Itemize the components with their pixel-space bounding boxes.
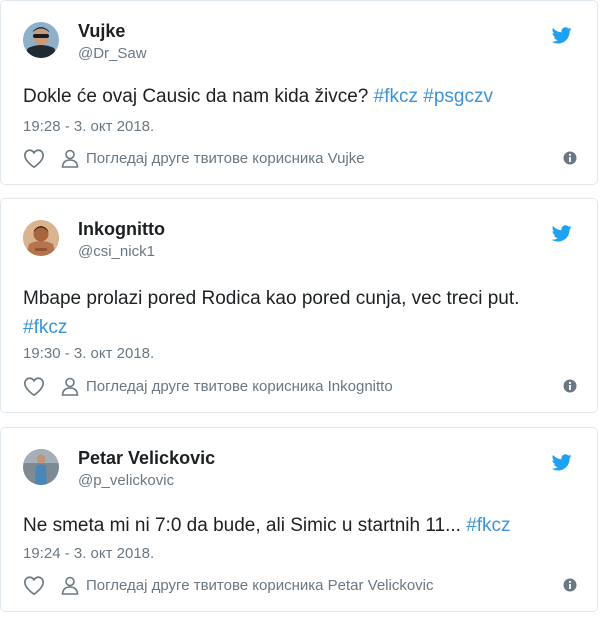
info-icon[interactable] xyxy=(563,578,577,592)
tweet-text: Dokle će ovaj Causic da nam kida živce? … xyxy=(23,82,575,111)
hashtag-link[interactable]: #fkcz xyxy=(23,317,67,338)
hashtag-link[interactable]: #fkcz xyxy=(374,86,418,107)
heart-icon[interactable] xyxy=(23,575,45,596)
tweet-body: Ne smeta mi ni 7:0 da bude, ali Simic u … xyxy=(23,515,461,536)
tweet-card-2: Inkognitto @csi_nick1 Mbape prolazi pore… xyxy=(0,198,598,413)
hashtag-link[interactable]: #fkcz xyxy=(466,515,510,536)
tweet-timestamp[interactable]: 19:30 - 3. окт 2018. xyxy=(23,345,154,362)
info-icon[interactable] xyxy=(563,151,577,165)
twitter-bird-icon[interactable] xyxy=(552,454,572,471)
tweet-card-1: Vujke @Dr_Saw Dokle će ovaj Causic da na… xyxy=(0,0,598,185)
heart-icon[interactable] xyxy=(23,376,45,397)
display-name[interactable]: Petar Velickovic xyxy=(78,448,215,469)
user-handle[interactable]: @csi_nick1 xyxy=(78,243,155,260)
user-handle[interactable]: @p_velickovic xyxy=(78,472,174,489)
tweet-actions: Погледај друге твитове корисника Vujke xyxy=(23,147,577,171)
person-icon xyxy=(61,149,79,168)
view-profile-link[interactable]: Погледај друге твитове корисника Petar V… xyxy=(86,577,434,594)
tweet-body: Dokle će ovaj Causic da nam kida živce? xyxy=(23,86,369,107)
avatar[interactable] xyxy=(23,220,59,256)
tweet-timestamp[interactable]: 19:28 - 3. окт 2018. xyxy=(23,118,154,135)
twitter-bird-icon[interactable] xyxy=(552,225,572,242)
tweet-text: Ne smeta mi ni 7:0 da bude, ali Simic u … xyxy=(23,511,575,540)
heart-icon[interactable] xyxy=(23,148,45,169)
hashtag-link[interactable]: #psgczv xyxy=(423,86,493,107)
avatar[interactable] xyxy=(23,22,59,58)
tweet-text: Mbape prolazi pored Rodica kao pored cun… xyxy=(23,284,575,342)
person-icon xyxy=(61,377,79,396)
tweet-actions: Погледај друге твитове корисника Inkogni… xyxy=(23,375,577,399)
avatar[interactable] xyxy=(23,449,59,485)
display-name[interactable]: Vujke xyxy=(78,21,125,42)
user-handle[interactable]: @Dr_Saw xyxy=(78,45,147,62)
display-name[interactable]: Inkognitto xyxy=(78,219,165,240)
twitter-bird-icon[interactable] xyxy=(552,27,572,44)
tweet-body: Mbape prolazi pored Rodica kao pored cun… xyxy=(23,288,520,309)
tweet-timestamp[interactable]: 19:24 - 3. окт 2018. xyxy=(23,545,154,562)
tweet-actions: Погледај друге твитове корисника Petar V… xyxy=(23,574,577,598)
view-profile-link[interactable]: Погледај друге твитове корисника Vujke xyxy=(86,150,365,167)
tweet-card-3: Petar Velickovic @p_velickovic Ne smeta … xyxy=(0,427,598,612)
view-profile-link[interactable]: Погледај друге твитове корисника Inkogni… xyxy=(86,378,393,395)
person-icon xyxy=(61,576,79,595)
info-icon[interactable] xyxy=(563,379,577,393)
